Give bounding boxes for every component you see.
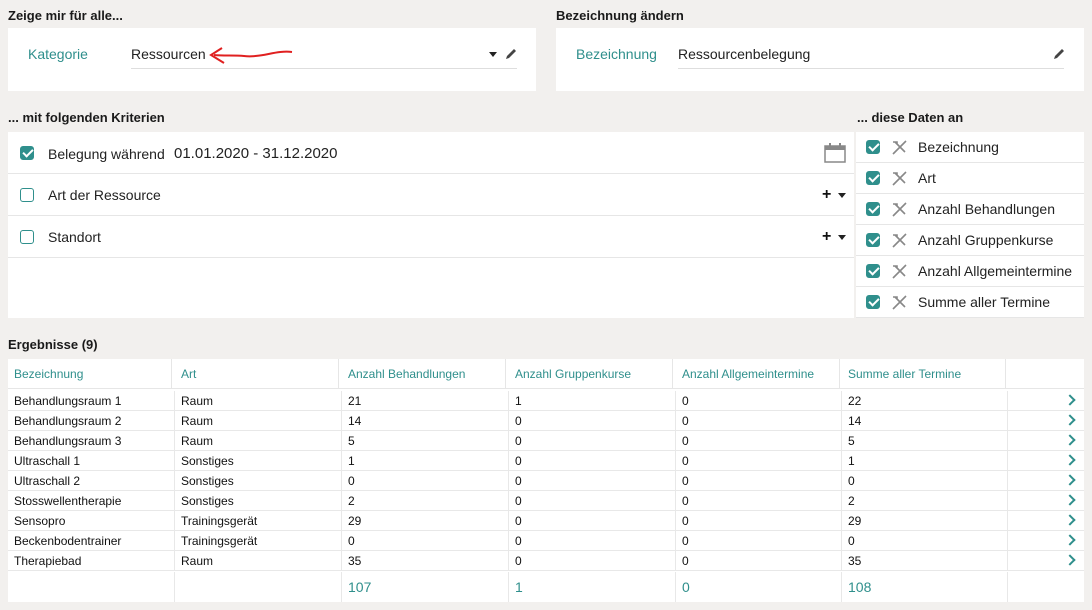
rename-label: Bezeichnung [576,46,657,62]
data-field-row[interactable]: Anzahl Allgemeintermine [856,256,1084,287]
criteria-label: Art der Ressource [48,187,161,203]
data-field-row[interactable]: Anzahl Behandlungen [856,194,1084,225]
tools-icon [892,233,907,248]
data-field-checkbox[interactable] [866,295,880,309]
results-title: Ergebnisse (9) [8,337,98,352]
tools-icon [892,171,907,186]
data-field-label: Anzahl Behandlungen [918,201,1056,217]
date-range-input[interactable]: 01.01.2020 - 31.12.2020 [174,145,337,162]
data-field-checkbox[interactable] [866,233,880,247]
calendar-icon[interactable] [824,143,846,163]
criteria-row-location[interactable]: Standort + [8,216,854,258]
data-field-checkbox[interactable] [866,264,880,278]
criteria-label: Belegung während [48,146,165,162]
criteria-checkbox[interactable] [20,146,34,160]
chevron-down-icon[interactable] [838,193,846,198]
chevron-down-icon[interactable] [489,52,497,57]
rename-title: Bezeichnung ändern [556,8,684,23]
total-cell: 108 [842,572,1008,602]
pencil-icon[interactable] [504,47,518,61]
plus-icon[interactable]: + [822,187,831,203]
chevron-down-icon[interactable] [838,235,846,240]
total-cell [175,572,342,602]
total-cell: 107 [342,572,509,602]
data-field-checkbox[interactable] [866,140,880,154]
rename-panel: Bezeichnung Ressourcenbelegung [556,28,1084,91]
data-field-label: Bezeichnung [918,139,999,155]
criteria-title: ... mit folgenden Kriterien [8,110,165,125]
data-fields-panel: Bezeichnung Art Anzahl Behandlungen Anza… [856,132,1084,318]
data-field-label: Summe aller Termine [918,294,1051,310]
criteria-row-type[interactable]: Art der Ressource + [8,174,854,216]
total-cell [8,572,175,602]
criteria-panel: Belegung während 01.01.2020 - 31.12.2020… [8,132,854,318]
data-field-row[interactable]: Art [856,163,1084,194]
tools-icon [892,202,907,217]
data-field-label: Anzahl Allgemeintermine [918,263,1073,279]
criteria-checkbox[interactable] [20,230,34,244]
category-panel: Kategorie Ressourcen [8,28,536,91]
data-fields-title: ... diese Daten an [857,110,964,125]
show-for-title: Zeige mir für alle... [8,8,123,23]
plus-icon[interactable]: + [822,229,831,245]
data-field-label: Art [918,170,936,186]
category-label: Kategorie [28,46,88,62]
criteria-row-period[interactable]: Belegung während 01.01.2020 - 31.12.2020 [8,132,854,174]
criteria-checkbox[interactable] [20,188,34,202]
data-field-row[interactable]: Summe aller Termine [856,287,1084,318]
data-field-checkbox[interactable] [866,171,880,185]
red-arrow-annotation [209,47,293,64]
data-field-row[interactable]: Bezeichnung [856,132,1084,163]
table-footer: 107 1 0 108 [8,359,1084,602]
results-table: Bezeichnung Art Anzahl Behandlungen Anza… [8,359,1084,602]
total-cell: 0 [676,572,842,602]
rename-underline [678,68,1064,69]
total-cell: 1 [509,572,676,602]
rename-input[interactable]: Ressourcenbelegung [678,46,810,62]
data-field-label: Anzahl Gruppenkurse [918,232,1054,248]
tools-icon [892,295,907,310]
category-underline [131,68,517,69]
data-field-row[interactable]: Anzahl Gruppenkurse [856,225,1084,256]
criteria-label: Standort [48,229,101,245]
data-field-checkbox[interactable] [866,202,880,216]
category-select[interactable]: Ressourcen [131,46,206,62]
tools-icon [892,140,907,155]
pencil-icon[interactable] [1052,47,1066,61]
tools-icon [892,264,907,279]
